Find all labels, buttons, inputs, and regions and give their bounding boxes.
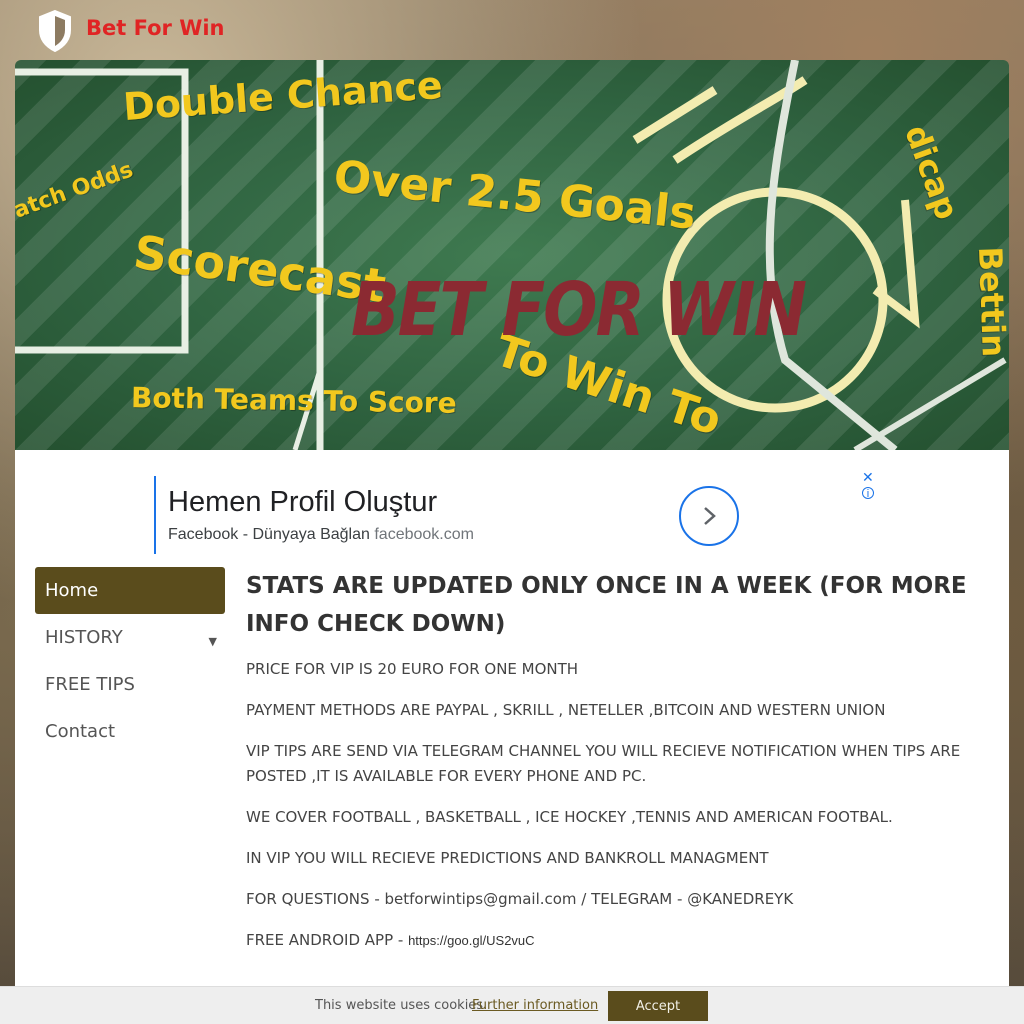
ad-subtitle-text: Facebook - Dünyaya Bağlan [168,526,370,543]
ad-banner[interactable]: Hemen Profil Oluştur Facebook - Dünyaya … [154,476,744,554]
paragraph-payment: PAYMENT METHODS ARE PAYPAL , SKRILL , NE… [246,701,886,719]
chevron-down-icon[interactable]: ▼ [209,618,217,665]
nav-item-free-tips[interactable]: FREE TIPS [35,661,225,708]
ad-domain: facebook.com [374,526,474,543]
close-icon[interactable]: ✕ [862,470,874,484]
nav-item-history[interactable]: HISTORY ▼ [35,614,225,661]
nav-item-home[interactable]: Home [35,567,225,614]
content-card: Hemen Profil Oluştur Facebook - Dünyaya … [15,450,1009,986]
paragraph-delivery: VIP TIPS ARE SEND VIA TELEGRAM CHANNEL Y… [246,742,961,785]
sidebar-nav: Home HISTORY ▼ FREE TIPS Contact [35,567,225,755]
ad-subtitle: Facebook - Dünyaya Bağlan facebook.com [168,526,474,544]
app-label: FREE ANDROID APP - [246,931,409,949]
chalk-btts: Both Teams To Score [130,381,457,420]
paragraph-price: PRICE FOR VIP IS 20 EURO FOR ONE MONTH [246,660,579,678]
paragraph-sports: WE COVER FOOTBALL , BASKETBALL , ICE HOC… [246,808,893,826]
info-icon[interactable]: i [862,487,874,500]
hero-banner: Double Chance atch Odds Over 2.5 Goals S… [15,60,1009,450]
cookie-accept-button[interactable]: Accept [608,991,708,1021]
page-title: STATS ARE UPDATED ONLY ONCE IN A WEEK (F… [246,573,967,637]
shield-icon[interactable] [38,10,72,52]
paragraph-contact: FOR QUESTIONS - betforwintips@gmail.com … [246,890,794,908]
ad-open-button[interactable] [679,486,739,546]
nav-item-label: FREE TIPS [45,674,135,695]
chevron-right-icon [704,507,716,525]
nav-item-label: Home [45,580,99,601]
main-content: STATS ARE UPDATED ONLY ONCE IN A WEEK (F… [246,567,986,969]
nav-item-contact[interactable]: Contact [35,708,225,755]
cookie-bar: This website uses cookies. Further infor… [0,986,1024,1024]
banner-brand: BET FOR WIN [351,268,807,354]
paragraph-vip: IN VIP YOU WILL RECIEVE PREDICTIONS AND … [246,849,769,867]
nav-item-label: HISTORY [45,627,123,648]
nav-item-label: Contact [45,721,116,742]
cookie-text: This website uses cookies. [315,998,488,1013]
chalk-betting: Bettin [971,246,1009,358]
app-link[interactable]: https://goo.gl/US2vuC [408,933,534,948]
ad-title[interactable]: Hemen Profil Oluştur [168,486,437,519]
paragraph-app: FREE ANDROID APP - https://goo.gl/US2vuC [246,928,986,953]
cookie-info-link[interactable]: Further information [472,998,598,1013]
site-header: Bet For Win [0,0,1024,60]
site-title[interactable]: Bet For Win [86,16,225,40]
